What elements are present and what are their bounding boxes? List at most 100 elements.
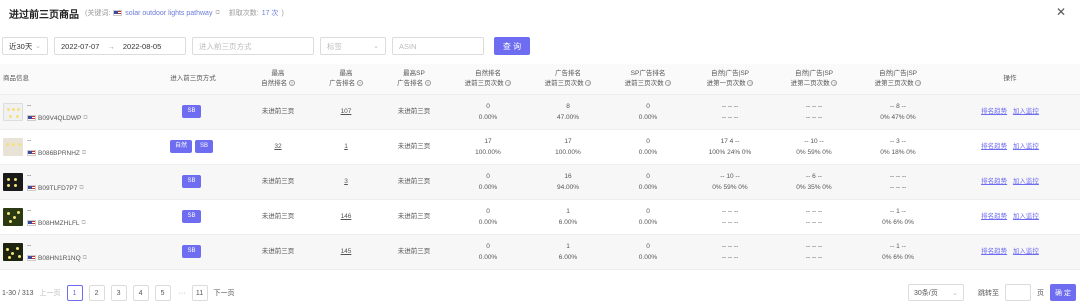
col-page2[interactable]: 自然|广告|SP 进第二页次数 ? (772, 64, 856, 95)
cell-value: 0% 59% 0% (712, 183, 748, 191)
date-range-picker[interactable]: 2022-07-07 → 2022-08-05 (54, 37, 186, 55)
page-button[interactable]: 3 (110, 285, 127, 301)
page-button[interactable]: 5 (154, 285, 171, 301)
confirm-button[interactable]: 确 定 (1050, 284, 1076, 301)
rank-link[interactable]: 1 (344, 143, 348, 150)
col-label: 进前三页次数 (464, 79, 504, 87)
us-flag-icon (27, 220, 36, 226)
range-select[interactable]: 近30天 ⌄ (2, 37, 48, 55)
asin-link[interactable]: B09TLFD7P7 (38, 183, 77, 194)
rank-link[interactable]: 32 (274, 143, 281, 150)
help-icon[interactable]: ? (585, 79, 592, 86)
asin-input[interactable]: ASIN (392, 37, 484, 55)
col-sp-count[interactable]: SP广告排名 进前三页次数 ? (608, 64, 688, 95)
method-input[interactable]: 进入前三页方式 (192, 37, 314, 55)
help-icon[interactable]: ? (356, 79, 363, 86)
col-page3[interactable]: 自然|广告|SP 进第三页次数 ? (856, 64, 940, 95)
close-icon[interactable]: ✕ (1056, 5, 1066, 19)
natural-count-cell: 0 0.00% (448, 234, 528, 270)
asin-link[interactable]: B08HN1R1NQ (38, 253, 81, 264)
col-ad-count[interactable]: 广告排名 进前三页次数 ? (528, 64, 608, 95)
rank-trend-link[interactable]: 排名趋势 (981, 248, 1007, 255)
help-icon[interactable]: ? (424, 79, 431, 86)
sp-count-cell: 0 0.00% (608, 94, 688, 130)
external-link-icon[interactable]: ⧉ (83, 253, 87, 264)
rank-link[interactable]: 3 (344, 178, 348, 185)
rank-trend-link[interactable]: 排名趋势 (981, 143, 1007, 150)
external-link-icon[interactable]: ⧉ (79, 183, 83, 194)
help-icon[interactable]: ? (665, 79, 672, 86)
external-link-icon[interactable]: ⧉ (83, 113, 87, 124)
product-thumbnail[interactable] (3, 207, 23, 226)
help-icon[interactable]: ? (915, 79, 922, 86)
rank-trend-link[interactable]: 排名趋势 (981, 108, 1007, 115)
col-top-ad[interactable]: 最高 广告排名 ? (312, 64, 380, 95)
external-link-icon[interactable]: ⧉ (82, 148, 86, 159)
cell-value: 0 (646, 207, 650, 215)
asin-link[interactable]: B08HMZHLFL (38, 218, 80, 229)
method-tag: 自然 (169, 140, 192, 153)
ad-count-cell: 1 6.00% (528, 199, 608, 235)
product-thumbnail[interactable] (3, 172, 23, 191)
rank-trend-link[interactable]: 排名趋势 (981, 213, 1007, 220)
product-thumbnail[interactable] (3, 102, 23, 121)
product-thumbnail[interactable] (3, 242, 23, 261)
top-sp-cell: 未进前三页 (380, 129, 448, 165)
cell-value: -- 1 -- (890, 242, 906, 250)
next-page-button[interactable]: 下一页 (214, 288, 235, 298)
col-top-natural[interactable]: 最高 自然排名 ? (244, 64, 312, 95)
rank-link[interactable]: 145 (341, 248, 352, 255)
help-icon[interactable]: ? (505, 79, 512, 86)
chevron-down-icon: ⌄ (952, 289, 958, 297)
page-button[interactable]: 4 (132, 285, 149, 301)
col-top-sp[interactable]: 最高SP 广告排名 ? (380, 64, 448, 95)
method-cell: SB (142, 199, 244, 235)
cell-value: 0.00% (478, 183, 498, 191)
rank-link[interactable]: 107 (341, 108, 352, 115)
cell-value: -- -- -- (721, 102, 739, 110)
help-icon[interactable]: ? (831, 79, 838, 86)
page2-cell: -- -- -- -- -- -- (772, 199, 856, 235)
add-monitor-link[interactable]: 加入监控 (1013, 213, 1039, 220)
keyword-link[interactable]: solar outdoor lights pathway (125, 10, 212, 17)
cell-value: 1 (566, 207, 570, 215)
tag-select[interactable]: 标签 ⌄ (320, 37, 386, 55)
us-flag-icon (113, 10, 123, 16)
prev-page-button[interactable]: 上一页 (40, 288, 61, 298)
col-label: SP广告排名 (630, 69, 666, 77)
add-monitor-link[interactable]: 加入监控 (1013, 108, 1039, 115)
help-icon[interactable]: ? (288, 79, 295, 86)
help-icon[interactable]: ? (747, 79, 754, 86)
col-label: 自然|广告|SP (878, 69, 918, 77)
col-label: 最高 (339, 69, 353, 77)
add-monitor-link[interactable]: 加入监控 (1013, 143, 1039, 150)
asin-link[interactable]: B09V4QLDWP (38, 113, 81, 124)
pagination-range: 1-30 / 313 (2, 289, 34, 297)
search-button[interactable]: 查 询 (494, 37, 530, 55)
external-link-icon[interactable]: ⧉ (215, 10, 219, 17)
page1-cell: -- -- -- -- -- -- (688, 234, 772, 270)
asin-link[interactable]: B086BPRNHZ (38, 148, 80, 159)
rank-trend-link[interactable]: 排名趋势 (981, 178, 1007, 185)
external-link-icon[interactable]: ⧉ (82, 218, 86, 229)
products-table: 商品信息 进入前三页方式 最高 自然排名 ? 最高 广告排名 ? 最高SP 广告排名 … (0, 64, 1080, 270)
col-page1[interactable]: 自然|广告|SP 进第一页次数 ? (688, 64, 772, 95)
ad-count-cell: 8 47.00% (528, 94, 608, 130)
page-button[interactable]: 1 (66, 285, 83, 301)
page-size-select[interactable]: 30条/页 ⌄ (908, 284, 964, 301)
cell-value: 94.00% (556, 183, 580, 191)
add-monitor-link[interactable]: 加入监控 (1013, 248, 1039, 255)
table-row: -- B08HN1R1NQ ⧉ SB 未进前三页 145 未进前三页 0 0.00… (0, 234, 1080, 270)
page-button-last[interactable]: 11 (191, 285, 208, 301)
product-thumbnail[interactable] (3, 137, 23, 156)
col-method: 进入前三页方式 (142, 64, 244, 95)
add-monitor-link[interactable]: 加入监控 (1013, 178, 1039, 185)
jump-page-input[interactable] (1005, 284, 1031, 301)
rank-link[interactable]: 146 (341, 213, 352, 220)
dialog-header: 进过前三页商品 (关键词: solar outdoor lights pathw… (0, 0, 1080, 26)
col-label: 自然排名 (475, 69, 501, 77)
page-button[interactable]: 2 (88, 285, 105, 301)
page-ellipsis[interactable]: ··· (179, 290, 186, 297)
col-natural-count[interactable]: 自然排名进前三页次数 ? (448, 64, 528, 95)
table-body: -- B09V4QLDWP ⧉ SB 未进前三页 107 未进前三页 0 0.00… (0, 94, 1080, 270)
